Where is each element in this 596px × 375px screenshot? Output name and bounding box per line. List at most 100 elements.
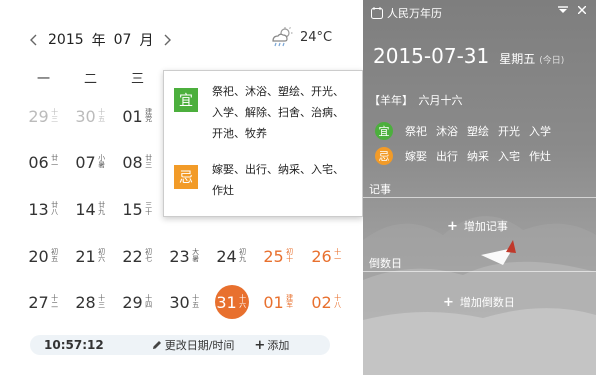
chevron-right-icon	[164, 34, 172, 46]
ji-item: 纳采	[467, 150, 489, 163]
date-number: 20	[28, 246, 49, 266]
lunar-label: 十三	[51, 108, 59, 123]
weekday-label: 三	[130, 72, 144, 87]
weekday-label: 二	[83, 72, 97, 87]
selected-date: 2015-07-31	[373, 44, 490, 68]
month-label[interactable]: 07	[114, 32, 132, 48]
lunar-label: 十二	[51, 294, 59, 309]
date-number: 31	[216, 292, 237, 312]
date-cell[interactable]: 07 小暑	[67, 144, 114, 180]
lunar-label: 初六	[98, 248, 106, 263]
date-cell[interactable]: 21 初六	[67, 238, 114, 274]
date-number: 07	[75, 152, 96, 172]
date-cell[interactable]: 01 建军	[255, 284, 302, 320]
date-number: 24	[216, 246, 237, 266]
yi-item: 沐浴	[436, 125, 458, 138]
lunar-info: 【羊年】 六月十六	[369, 92, 463, 108]
date-number: 01	[263, 292, 284, 312]
next-month-button[interactable]	[161, 31, 173, 49]
date-number: 29	[122, 292, 143, 312]
date-number: 23	[169, 246, 190, 266]
ji-items: 嫁娶、出行、纳采、入宅、作灶	[212, 163, 344, 197]
lunar-label: 十一	[334, 248, 342, 263]
sun-cloud-rain-icon	[272, 27, 293, 47]
date-cell[interactable]: 01 建党	[114, 98, 161, 134]
date-number: 30	[169, 292, 190, 312]
date-number: 08	[122, 152, 143, 172]
yi-item: 祭祀	[405, 125, 427, 138]
ji-item: 嫁娶	[405, 150, 427, 163]
lunar-label: 建军	[286, 294, 294, 309]
add-countdown-label: 增加倒数日	[459, 296, 515, 309]
date-number: 30	[75, 106, 96, 126]
close-icon[interactable]	[578, 6, 586, 14]
year-label[interactable]: 2015	[48, 32, 84, 48]
date-cell-today[interactable]: 31 十六	[208, 284, 255, 320]
lunar-label: 建党	[145, 108, 153, 123]
ji-item: 出行	[436, 150, 458, 163]
add-countdown-button[interactable]: + 增加倒数日	[443, 294, 515, 310]
add-note-label: 增加记事	[463, 220, 508, 233]
add-note-button[interactable]: + 增加记事	[447, 218, 508, 234]
ji-item: 作灶	[529, 150, 551, 163]
date-cell[interactable]: 24 初九	[208, 238, 255, 274]
date-cell[interactable]: 22 初七	[114, 238, 161, 274]
countdown-section-title: 倒数日	[363, 254, 596, 272]
date-number: 22	[122, 246, 143, 266]
date-number: 25	[263, 246, 284, 266]
landscape-background	[363, 216, 596, 375]
date-number: 15	[122, 199, 143, 219]
date-cell[interactable]: 25 初十	[255, 238, 302, 274]
prev-month-button[interactable]	[28, 31, 40, 49]
lunar-label: 初九	[239, 248, 247, 263]
plus-icon: +	[254, 337, 266, 353]
date-cell[interactable]: 30 十五	[161, 284, 208, 320]
yi-badge: 宜	[174, 88, 198, 112]
lunar-label: 廿一	[51, 154, 59, 169]
change-datetime-button[interactable]: 更改日期/时间	[152, 337, 234, 353]
zodiac-year: 【羊年】	[369, 94, 413, 107]
date-cell[interactable]: 23 大暑	[161, 238, 208, 274]
add-button[interactable]: + 添加	[254, 337, 289, 353]
date-cell[interactable]: 26 十一	[303, 238, 350, 274]
date-cell[interactable]: 29 十四	[114, 284, 161, 320]
date-number: 06	[28, 152, 49, 172]
year-unit: 年	[91, 33, 106, 49]
lunar-label: 廿九	[98, 201, 106, 216]
detail-panel: 人民万年历 2015-07-31 星期五 (今日) 【羊年】 六月十六 宜 祭祀…	[363, 0, 596, 375]
lunar-label: 廿八	[51, 201, 59, 216]
ji-item: 入宅	[498, 150, 520, 163]
pencil-icon	[152, 341, 161, 349]
date-cell[interactable]: 27 十二	[20, 284, 67, 320]
date-cell[interactable]: 08 廿三	[114, 144, 161, 180]
date-cell[interactable]: 29 十三	[20, 98, 67, 134]
date-number: 14	[75, 199, 96, 219]
date-cell[interactable]: 13 廿八	[20, 191, 67, 227]
current-time: 10:57:12	[44, 338, 104, 352]
date-number: 28	[75, 292, 96, 312]
status-bar: 10:57:12 更改日期/时间 + 添加	[30, 335, 330, 355]
date-cell[interactable]: 15 三十	[114, 191, 161, 227]
date-cell[interactable]: 02 十八	[303, 284, 350, 320]
date-number: 29	[28, 106, 49, 126]
date-cell[interactable]: 30 十五	[67, 98, 114, 134]
panel-titlebar: 人民万年历	[363, 0, 596, 25]
dropdown-icon[interactable]	[558, 6, 568, 14]
lunar-label: 三十	[145, 201, 153, 216]
date-number: 01	[122, 106, 143, 126]
lunar-label: 廿三	[145, 154, 153, 169]
weather-widget[interactable]: 24°C	[270, 27, 332, 47]
month-navigator: 2015 年 07 月	[28, 30, 173, 50]
date-cell[interactable]: 06 廿一	[20, 144, 67, 180]
app-logo: 人民万年历	[371, 5, 442, 21]
lunar-label: 初七	[145, 248, 153, 263]
lunar-label: 大暑	[192, 248, 200, 263]
ji-badge: 忌	[174, 165, 198, 189]
yi-row: 宜 祭祀 沐浴 塑绘 开光 入学	[375, 122, 560, 140]
date-number: 26	[311, 246, 332, 266]
yi-items: 祭祀、沐浴、塑绘、开光、入学、解除、扫舍、治病、开池、牧养	[212, 85, 344, 140]
lunar-label: 初十	[286, 248, 294, 263]
date-cell[interactable]: 20 初五	[20, 238, 67, 274]
date-cell[interactable]: 28 十三	[67, 284, 114, 320]
date-cell[interactable]: 14 廿九	[67, 191, 114, 227]
